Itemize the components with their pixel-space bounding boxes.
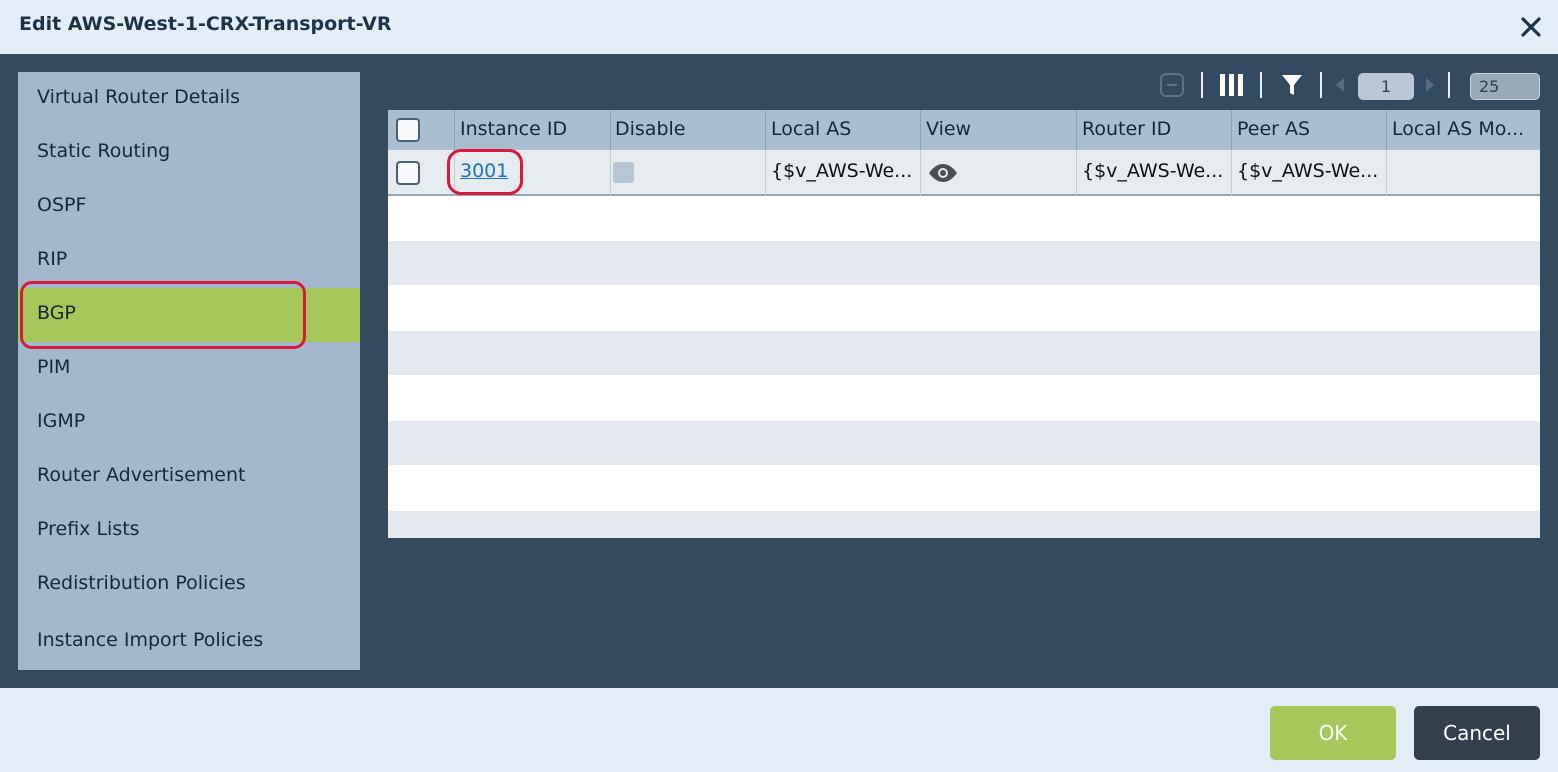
column-header-disable[interactable]: Disable: [609, 110, 765, 150]
column-header-instance-id[interactable]: Instance ID: [454, 110, 610, 150]
prev-page-icon[interactable]: [1334, 76, 1346, 98]
local-as-mode-cell: [1386, 150, 1540, 196]
sidebar-item-pim[interactable]: PIM: [18, 342, 360, 396]
page-size-select[interactable]: 25: [1470, 73, 1540, 100]
toolbar-separator: [1260, 72, 1262, 98]
sidebar-item-ospf[interactable]: OSPF: [18, 180, 360, 234]
bgp-instance-grid: Instance ID Disable Local AS View Router…: [388, 110, 1540, 538]
close-icon[interactable]: [1517, 13, 1545, 41]
toolbar-separator: [1448, 72, 1450, 98]
sidebar-item-prefix-lists[interactable]: Prefix Lists: [18, 504, 360, 558]
select-all-checkbox[interactable]: [396, 118, 420, 142]
grid-header-row: Instance ID Disable Local AS View Router…: [388, 110, 1540, 150]
ok-button[interactable]: OK: [1270, 706, 1396, 760]
empty-row-stripe: [388, 241, 1540, 285]
view-cell: [920, 150, 1075, 196]
column-header-router-id[interactable]: Router ID: [1076, 110, 1231, 150]
instance-id-cell: 3001: [454, 150, 609, 196]
column-header-local-as[interactable]: Local AS: [765, 110, 920, 150]
dialog-titlebar: Edit AWS-West-1-CRX-Transport-VR: [0, 0, 1558, 54]
sidebar-item-router-advertisement[interactable]: Router Advertisement: [18, 450, 360, 504]
local-as-cell: {$v_AWS-We...: [771, 160, 913, 182]
sidebar-item-instance-import-policies[interactable]: Instance Import Policies: [18, 612, 360, 666]
peer-as-cell: {$v_AWS-We...: [1237, 160, 1379, 182]
sidebar-item-static-routing[interactable]: Static Routing: [18, 126, 360, 180]
sidebar-item-igmp[interactable]: IGMP: [18, 396, 360, 450]
router-id-cell: {$v_AWS-We...: [1082, 160, 1224, 182]
column-header-view[interactable]: View: [920, 110, 1076, 150]
sidebar-item-bgp[interactable]: BGP: [18, 288, 360, 342]
toolbar-separator: [1201, 72, 1203, 98]
empty-row-stripe: [388, 421, 1540, 465]
sidebar-item-virtual-router-details[interactable]: Virtual Router Details: [18, 72, 360, 126]
sidebar-item-rip[interactable]: RIP: [18, 234, 360, 288]
cell-divider: [610, 150, 611, 196]
columns-icon[interactable]: [1219, 73, 1245, 101]
toolbar-separator: [1320, 72, 1322, 98]
remove-icon[interactable]: [1159, 72, 1185, 102]
column-header-local-as-mode[interactable]: Local AS Mo...: [1386, 110, 1540, 150]
instance-id-link[interactable]: 3001: [460, 160, 508, 182]
next-page-icon[interactable]: [1424, 76, 1436, 98]
page-number-input[interactable]: 1: [1358, 73, 1414, 100]
row-checkbox[interactable]: [396, 161, 420, 185]
empty-row-stripe: [388, 511, 1540, 538]
disable-checkbox-cell[interactable]: [613, 162, 634, 183]
table-row[interactable]: 3001 {$v_AWS-We... {$v_AWS-We... {$v_AWS…: [388, 150, 1540, 196]
sidebar-item-redistribution-policies[interactable]: Redistribution Policies: [18, 558, 360, 612]
dialog-title: Edit AWS-West-1-CRX-Transport-VR: [19, 13, 392, 35]
column-header-peer-as[interactable]: Peer AS: [1231, 110, 1386, 150]
cancel-button[interactable]: Cancel: [1414, 706, 1540, 760]
filter-icon[interactable]: [1280, 73, 1304, 101]
eye-icon[interactable]: [928, 163, 958, 183]
empty-row-stripe: [388, 331, 1540, 375]
sidebar-nav: Virtual Router Details Static Routing OS…: [18, 72, 360, 670]
